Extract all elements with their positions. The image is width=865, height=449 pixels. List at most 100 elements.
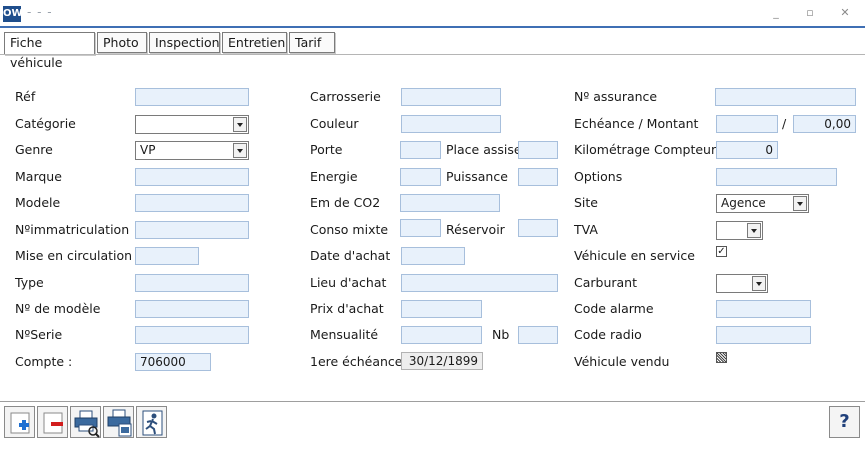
tab-entretien[interactable]: Entretien <box>222 32 287 53</box>
label-date-achat: Date d'achat <box>310 248 391 263</box>
type-field[interactable] <box>135 274 249 292</box>
label-no-assurance: Nº assurance <box>574 89 658 104</box>
label-carburant: Carburant <box>574 275 638 290</box>
delete-button[interactable] <box>37 406 68 438</box>
premiere-echeance-field[interactable]: 30/12/1899 <box>401 352 483 370</box>
label-mensualite: Mensualité <box>310 327 379 342</box>
lieu-achat-field[interactable] <box>401 274 558 292</box>
echeance-field[interactable] <box>716 115 778 133</box>
km-compteur-field[interactable]: 0 <box>716 141 778 159</box>
label-puissance: Puissance <box>446 169 508 184</box>
no-serie-field[interactable] <box>135 326 249 344</box>
no-modele-field[interactable] <box>135 300 249 318</box>
delete-icon <box>43 412 63 434</box>
label-echeance-montant: Echéance / Montant <box>574 116 699 131</box>
maximize-button[interactable]: ▫ <box>802 6 818 20</box>
label-categorie: Catégorie <box>15 116 76 131</box>
mensualite-field[interactable] <box>401 326 482 344</box>
compte-field[interactable]: 706000 <box>135 353 211 371</box>
tva-select[interactable] <box>716 221 763 240</box>
tab-tarif[interactable]: Tarif <box>289 32 335 53</box>
label-site: Site <box>574 195 598 210</box>
exit-button[interactable] <box>136 406 167 438</box>
em-co2-field[interactable] <box>400 194 500 212</box>
label-prix-achat: Prix d'achat <box>310 301 384 316</box>
tab-inspection[interactable]: Inspection <box>149 32 220 53</box>
categorie-select[interactable] <box>135 115 249 134</box>
label-code-radio: Code radio <box>574 327 642 342</box>
tab-fiche-vehicule[interactable]: Fiche véhicule <box>4 32 95 70</box>
label-ref: Réf <box>15 89 36 104</box>
help-button[interactable]: ? <box>829 406 860 438</box>
label-mise-circulation: Mise en circulation <box>15 248 133 263</box>
title-accent-line <box>0 26 865 28</box>
ref-field[interactable] <box>135 88 249 106</box>
nb-field[interactable] <box>518 326 558 344</box>
carrosserie-field[interactable] <box>401 88 501 106</box>
label-porte: Porte <box>310 142 343 157</box>
print-preview-icon <box>74 410 100 438</box>
bottom-separator <box>0 401 865 402</box>
immatriculation-field[interactable] <box>135 221 249 239</box>
chevron-down-icon[interactable] <box>747 223 761 238</box>
label-tva: TVA <box>574 222 598 237</box>
tab-photo[interactable]: Photo <box>97 32 147 53</box>
couleur-field[interactable] <box>401 115 501 133</box>
label-vehicule-vendu: Véhicule vendu <box>574 354 670 369</box>
label-energie: Energie <box>310 169 358 184</box>
print-preview-button[interactable] <box>70 406 101 438</box>
label-no-modele: Nº de modèle <box>15 301 101 316</box>
conso-mixte-field[interactable] <box>400 219 441 237</box>
label-km-compteur: Kilométrage Compteur <box>574 142 717 157</box>
label-no-serie: NºSerie <box>15 327 63 342</box>
chevron-down-icon[interactable] <box>233 143 247 158</box>
carburant-select[interactable] <box>716 274 768 293</box>
help-icon: ? <box>839 411 850 432</box>
mise-circulation-field[interactable] <box>135 247 199 265</box>
label-code-alarme: Code alarme <box>574 301 654 316</box>
slash-separator: / <box>782 116 787 131</box>
genre-value: VP <box>140 143 156 157</box>
vehicule-service-checkbox[interactable]: ✓ <box>716 246 727 257</box>
date-achat-field[interactable] <box>401 247 465 265</box>
reservoir-field[interactable] <box>518 219 558 237</box>
label-carrosserie: Carrosserie <box>310 89 381 104</box>
montant-field[interactable]: 0,00 <box>793 115 856 133</box>
minimize-button[interactable]: _ <box>768 6 784 20</box>
print-button[interactable] <box>103 406 134 438</box>
tab-underline <box>0 54 865 55</box>
exit-icon <box>142 410 163 436</box>
window-title: - - - <box>27 5 53 19</box>
label-type: Type <box>15 275 44 290</box>
chevron-down-icon[interactable] <box>793 196 807 211</box>
puissance-field[interactable] <box>518 168 558 186</box>
prix-achat-field[interactable] <box>401 300 482 318</box>
no-assurance-field[interactable] <box>715 88 856 106</box>
label-reservoir: Réservoir <box>446 222 505 237</box>
chevron-down-icon[interactable] <box>752 276 766 291</box>
close-button[interactable]: ✕ <box>837 6 853 20</box>
add-button[interactable] <box>4 406 35 438</box>
place-assise-field[interactable] <box>518 141 558 159</box>
porte-field[interactable] <box>400 141 441 159</box>
title-bar: OW - - - _ ▫ ✕ <box>0 0 865 28</box>
code-alarme-field[interactable] <box>716 300 811 318</box>
label-compte: Compte : <box>15 354 73 369</box>
label-genre: Genre <box>15 142 53 157</box>
site-value: Agence <box>721 196 766 210</box>
app-icon: OW <box>3 6 23 22</box>
vehicule-vendu-checkbox[interactable] <box>716 352 727 363</box>
add-icon <box>10 412 30 434</box>
energie-field[interactable] <box>400 168 441 186</box>
modele-field[interactable] <box>135 194 249 212</box>
label-conso-mixte: Conso mixte <box>310 222 389 237</box>
label-options: Options <box>574 169 623 184</box>
label-place-assise: Place assise <box>446 142 522 157</box>
options-field[interactable] <box>716 168 837 186</box>
site-select[interactable]: Agence <box>716 194 809 213</box>
chevron-down-icon[interactable] <box>233 117 247 132</box>
label-vehicule-service: Véhicule en service <box>574 248 695 263</box>
genre-select[interactable]: VP <box>135 141 249 160</box>
code-radio-field[interactable] <box>716 326 811 344</box>
marque-field[interactable] <box>135 168 249 186</box>
